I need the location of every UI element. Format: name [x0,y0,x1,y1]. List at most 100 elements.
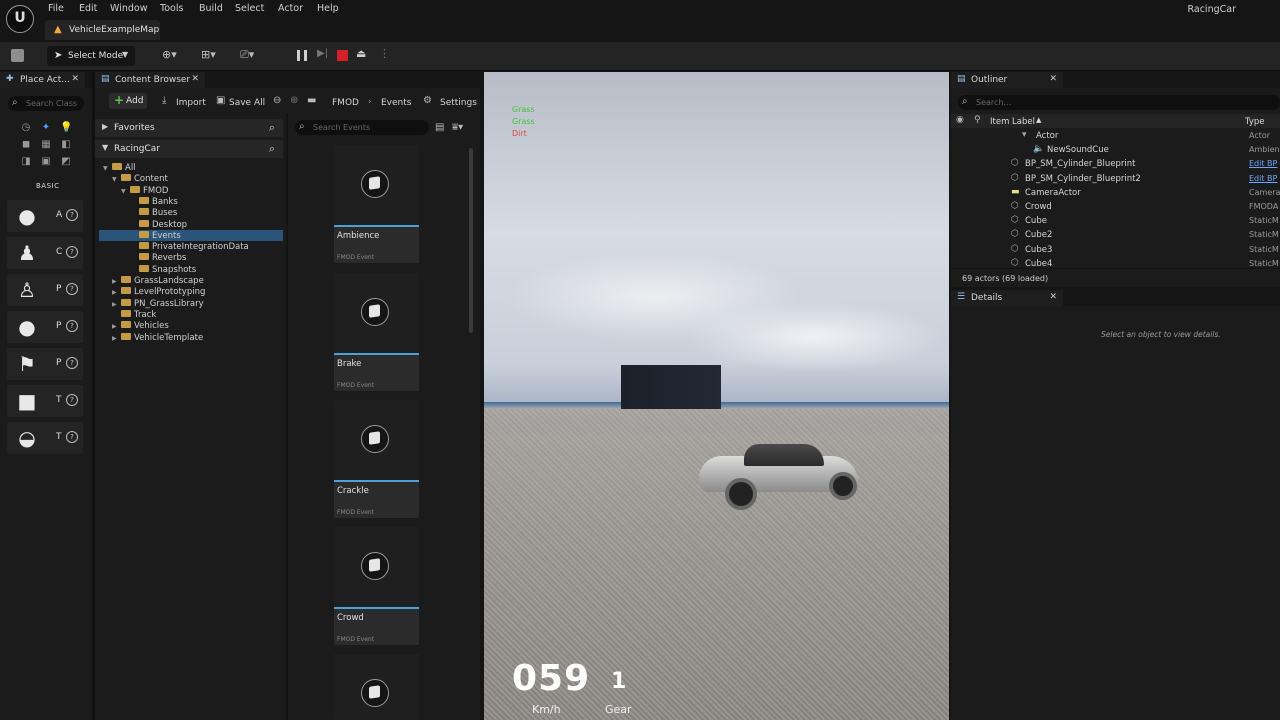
chevron-down-icon[interactable]: ▼ [121,188,130,195]
breadcrumb-fmod[interactable]: FMOD [332,98,359,108]
tree-folder-levelprototyping[interactable]: ▶ LevelPrototyping [112,287,205,298]
outliner-row[interactable]: ▬ CameraActor Camera [951,186,1280,200]
tree-folder-fmod[interactable]: ▼ FMOD [121,185,168,197]
filter-icon[interactable]: ⩸▾ [452,122,463,133]
cinematic-icon[interactable]: ▦ [40,139,52,151]
outliner-row[interactable]: ⬡ Crowd FMODA [951,200,1280,214]
outliner-search-input[interactable]: ⌕ Search... [958,95,1280,110]
place-actor-item[interactable]: ● P ? [7,311,83,343]
breadcrumb-events[interactable]: Events [381,98,411,108]
chevron-right-icon[interactable]: ▶ [112,278,121,285]
tab-content-browser[interactable]: ▤ Content Browser ✕ [95,72,205,88]
chevron-down-icon[interactable]: ▼ [103,165,112,172]
menu-window[interactable]: Window [110,2,147,16]
tab-outliner[interactable]: ▤ Outliner ✕ [951,72,1063,88]
unreal-logo-icon[interactable]: U [6,5,34,33]
help-icon[interactable]: ? [66,431,78,443]
step-frame-icon[interactable]: ▶| [317,48,328,59]
chevron-right-icon[interactable]: ▶ [112,301,121,308]
eject-icon[interactable]: ⏏ [356,47,366,60]
menu-actor[interactable]: Actor [278,2,303,16]
close-icon[interactable]: ✕ [191,74,199,84]
place-actor-item[interactable]: ⚑ P ? [7,348,83,380]
folder-icon[interactable]: ▬ [307,95,316,106]
pin-icon[interactable]: ⚲ [974,115,981,125]
sort-ascending-icon[interactable]: ▲ [1036,116,1041,124]
tree-folder-vehicletemplate[interactable]: ▶ VehicleTemplate [112,332,203,344]
tree-folder-content[interactable]: ▼ Content [112,174,168,185]
save-icon[interactable] [11,49,24,62]
project-tree-header[interactable]: ▼ RacingCar ⌕ [95,140,283,158]
place-actor-item[interactable]: ♙ P ? [7,274,83,306]
place-actor-item[interactable]: ◒ T ? [7,422,83,454]
more-options-icon[interactable]: ⋮ [379,47,390,60]
tree-folder-buses[interactable]: Buses [130,208,177,219]
shapes-icon[interactable]: ◼ [20,139,32,151]
favorites-header[interactable]: ▶ Favorites ⌕ [95,119,283,137]
outliner-row[interactable]: ⬡ Cube3 StaticM [951,243,1280,257]
import-icon[interactable]: ⤓ [162,95,166,106]
blueprint-icon[interactable]: ⊞▾ [201,48,216,61]
menu-help[interactable]: Help [317,2,339,16]
tree-folder-desktop[interactable]: Desktop [130,219,187,231]
outliner-row[interactable]: ⬡ BP_SM_Cylinder_Blueprint2 Edit BP [951,172,1280,186]
lights-icon[interactable]: 💡 [60,122,72,134]
tab-details[interactable]: ☰ Details ✕ [951,290,1063,306]
asset-card[interactable]: Crowd FMOD Event [334,527,419,645]
close-icon[interactable]: ✕ [71,74,79,84]
save-all-button[interactable]: Save All [229,98,265,108]
geometry-icon[interactable]: ◨ [20,156,32,168]
chevron-right-icon[interactable]: ▶ [112,289,121,296]
search-icon[interactable]: ⌕ [269,142,275,156]
settings-button[interactable]: Settings [440,98,477,108]
chevron-down-icon[interactable]: ▼ [112,176,121,183]
add-button[interactable]: + Add [109,93,147,109]
tree-folder-grasslandscape[interactable]: ▶ GrassLandscape [112,276,204,287]
close-icon[interactable]: ✕ [1049,74,1057,84]
menu-file[interactable]: File [48,2,64,16]
splitter[interactable] [286,114,288,720]
outliner-row[interactable]: ⬡ Cube StaticM [951,214,1280,228]
basic-category-icon[interactable]: ✦ [40,122,52,134]
save-all-icon[interactable]: ▣ [216,95,225,106]
menu-edit[interactable]: Edit [79,2,97,16]
import-button[interactable]: Import [176,98,206,108]
stop-button[interactable] [337,50,348,61]
help-icon[interactable]: ? [66,209,78,221]
visual-effects-icon[interactable]: ◧ [60,139,72,151]
tree-folder-snapshots[interactable]: Snapshots [130,264,196,276]
visibility-icon[interactable]: ◉ [956,115,964,125]
tree-folder-pn_grasslibrary[interactable]: ▶ PN_GrassLibrary [112,298,204,310]
column-type[interactable]: Type [1245,117,1265,127]
asset-card[interactable] [334,654,419,720]
outliner-row[interactable]: ⬡ Cube2 StaticM [951,228,1280,242]
help-icon[interactable]: ? [66,394,78,406]
place-actor-item[interactable]: ■ T ? [7,385,83,417]
asset-card[interactable]: Brake FMOD Event [334,273,419,391]
help-icon[interactable]: ? [66,283,78,295]
menu-tools[interactable]: Tools [160,2,183,16]
outliner-row[interactable]: ⬡ BP_SM_Cylinder_Blueprint Edit BP [951,157,1280,171]
asset-card[interactable]: Ambience FMOD Event [334,145,419,263]
save-search-icon[interactable]: ▤ [435,122,444,133]
forward-icon[interactable]: ⊕ [290,95,298,106]
column-item-label[interactable]: Item Label [990,117,1035,127]
tab-place-actors[interactable]: ✚ Place Act... ✕ [0,72,85,88]
gear-icon[interactable]: ⚙ [423,95,432,106]
tree-folder-all[interactable]: ▼ All [103,163,136,174]
edit-blueprint-link[interactable]: Edit BP [1249,174,1277,183]
help-icon[interactable]: ? [66,320,78,332]
select-mode-dropdown[interactable]: ➤ Select Mode ▼ [47,46,135,66]
help-icon[interactable]: ? [66,357,78,369]
cinematics-icon[interactable]: ⎚▾ [240,48,254,62]
edit-blueprint-link[interactable]: Edit BP [1249,159,1277,168]
menu-build[interactable]: Build [199,2,223,16]
add-actor-icon[interactable]: ⊕▾ [162,48,177,61]
place-actor-item[interactable]: ● A ? [7,200,83,232]
chevron-right-icon[interactable]: ▶ [112,323,121,330]
events-search-input[interactable]: ⌕ Search Events [295,120,429,135]
tree-folder-banks[interactable]: Banks [130,196,178,208]
tree-folder-reverbs[interactable]: Reverbs [130,253,186,264]
chevron-right-icon[interactable]: ▶ [112,335,121,342]
game-viewport[interactable]: Grass Grass Dirt 059 Km/h 1 Gear [484,72,949,720]
